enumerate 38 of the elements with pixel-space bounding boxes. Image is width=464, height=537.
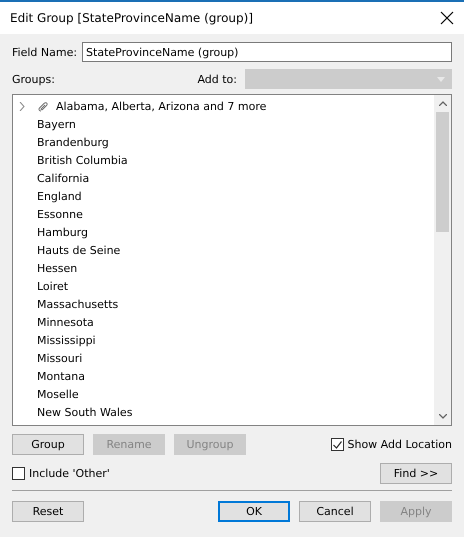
list-item[interactable]: England (13, 187, 434, 205)
groups-label: Groups: (12, 72, 56, 86)
list-item[interactable]: Minnesota (13, 313, 434, 331)
list-item[interactable]: Montana (13, 367, 434, 385)
caret-icon (437, 76, 445, 82)
list-item[interactable]: Hamburg (13, 223, 434, 241)
checkbox-label: Show Add Location (348, 438, 452, 451)
list-item[interactable]: New South Wales (13, 403, 434, 421)
list-item[interactable]: Moselle (13, 385, 434, 403)
paperclip-icon (38, 100, 48, 112)
checkbox[interactable] (12, 467, 25, 480)
list-item[interactable]: Mississippi (13, 331, 434, 349)
group-item[interactable]: Alabama, Alberta, Arizona and 7 more (13, 97, 434, 115)
list-item[interactable]: Loiret (13, 277, 434, 295)
button[interactable]: Cancel (299, 501, 371, 522)
list-item[interactable]: Hessen (13, 259, 434, 277)
checkbox-label: Include 'Other' (29, 467, 110, 480)
list-item[interactable]: Brandenburg (13, 133, 434, 151)
add-to-label: Add to: (197, 72, 237, 86)
list-item[interactable]: Massachusetts (13, 295, 434, 313)
list-item[interactable]: California (13, 169, 434, 187)
list-item[interactable]: British Columbia (13, 151, 434, 169)
button[interactable]: Group (12, 434, 84, 455)
button[interactable]: OK (218, 501, 290, 522)
list-item[interactable]: Missouri (13, 349, 434, 367)
input-field[interactable]: StateProvinceName (group) (82, 42, 452, 62)
close-icon[interactable] (440, 11, 454, 25)
chevron-icon[interactable] (18, 102, 26, 110)
window-title: Edit Group [StateProvinceName (group)] (10, 11, 254, 25)
field-label: Field Name: (12, 46, 78, 58)
button[interactable]: Find >> (380, 463, 452, 484)
check-icon (332, 440, 342, 448)
scrollbar[interactable] (434, 95, 451, 425)
list-item[interactable]: Bayern (13, 115, 434, 133)
list-item[interactable]: Hauts de Seine (13, 241, 434, 259)
checkbox[interactable] (330, 438, 344, 451)
button[interactable]: Reset (12, 501, 84, 522)
list-item[interactable]: Essonne (13, 205, 434, 223)
